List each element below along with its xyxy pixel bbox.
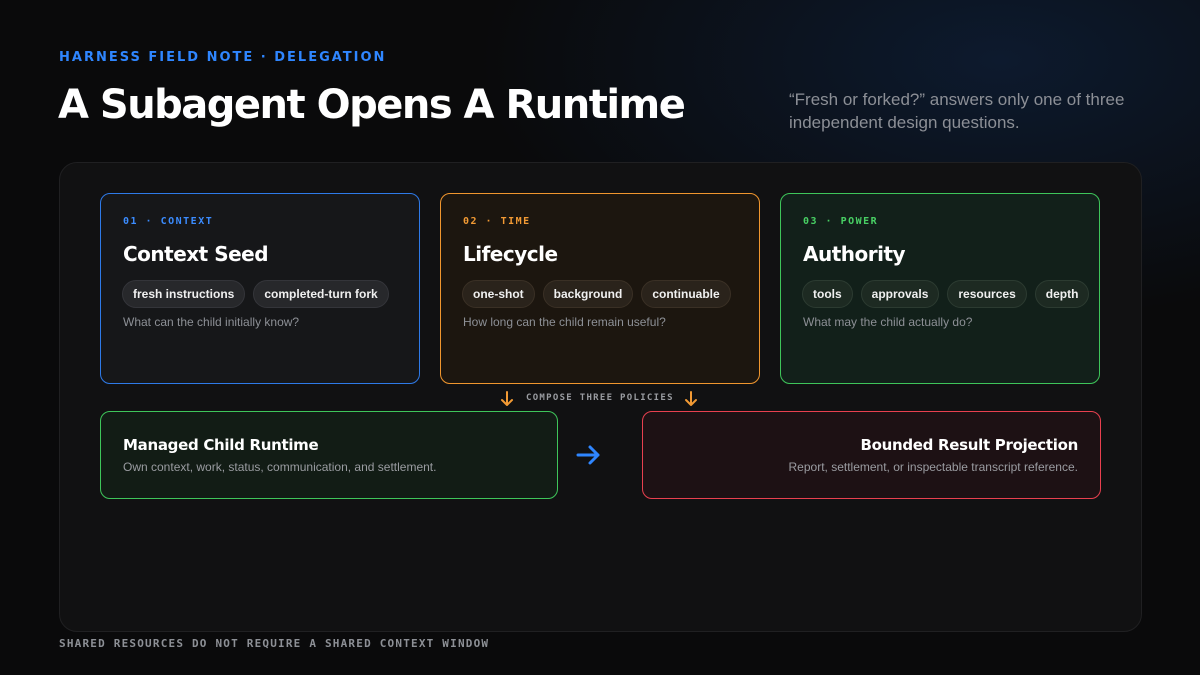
tag-tools: tools [802,280,853,308]
card-title: Authority [803,242,906,266]
tag-depth: depth [1034,280,1090,308]
tag-list: tools approvals resources depth [802,280,1090,308]
runtime-title: Managed Child Runtime [123,436,319,454]
page-title: A Subagent Opens A Runtime [58,82,686,128]
card-question: How long can the child remain useful? [463,315,666,329]
card-question: What may the child actually do? [803,315,973,329]
arrow-down-icon [501,391,513,406]
result-title: Bounded Result Projection [860,436,1078,454]
card-authority: 03 · POWER Authority tools approvals res… [780,193,1100,384]
card-lifecycle: 02 · TIME Lifecycle one-shot background … [440,193,760,384]
managed-child-runtime-box: Managed Child Runtime Own context, work,… [100,411,558,499]
bounded-result-projection-box: Bounded Result Projection Report, settle… [642,411,1101,499]
card-kicker: 02 · TIME [463,216,531,227]
tag-list: fresh instructions completed-turn fork [122,280,389,308]
card-kicker: 03 · POWER [803,216,879,227]
tag-fresh-instructions: fresh instructions [122,280,246,308]
compose-connector: COMPOSE THREE POLICIES [500,391,700,407]
tag-approvals: approvals [860,280,940,308]
tag-list: one-shot background continuable [462,280,731,308]
compose-label: COMPOSE THREE POLICIES [526,393,674,403]
tag-completed-turn-fork: completed-turn fork [253,280,389,308]
tag-background: background [542,280,634,308]
arrow-right-icon [576,445,600,465]
footer-note: SHARED RESOURCES DO NOT REQUIRE A SHARED… [59,637,490,650]
card-context-seed: 01 · CONTEXT Context Seed fresh instruct… [100,193,420,384]
result-description: Report, settlement, or inspectable trans… [788,460,1078,474]
tag-resources: resources [947,280,1027,308]
tag-continuable: continuable [641,280,731,308]
card-title: Context Seed [123,242,269,266]
page-subtitle: “Fresh or forked?” answers only one of t… [789,90,1125,132]
card-title: Lifecycle [463,242,558,266]
tag-one-shot: one-shot [462,280,535,308]
card-question: What can the child initially know? [123,315,300,329]
eyebrow-label: HARNESS FIELD NOTE · DELEGATION [59,50,387,65]
arrow-down-icon [685,391,697,406]
runtime-description: Own context, work, status, communication… [123,460,437,474]
card-kicker: 01 · CONTEXT [123,216,214,227]
